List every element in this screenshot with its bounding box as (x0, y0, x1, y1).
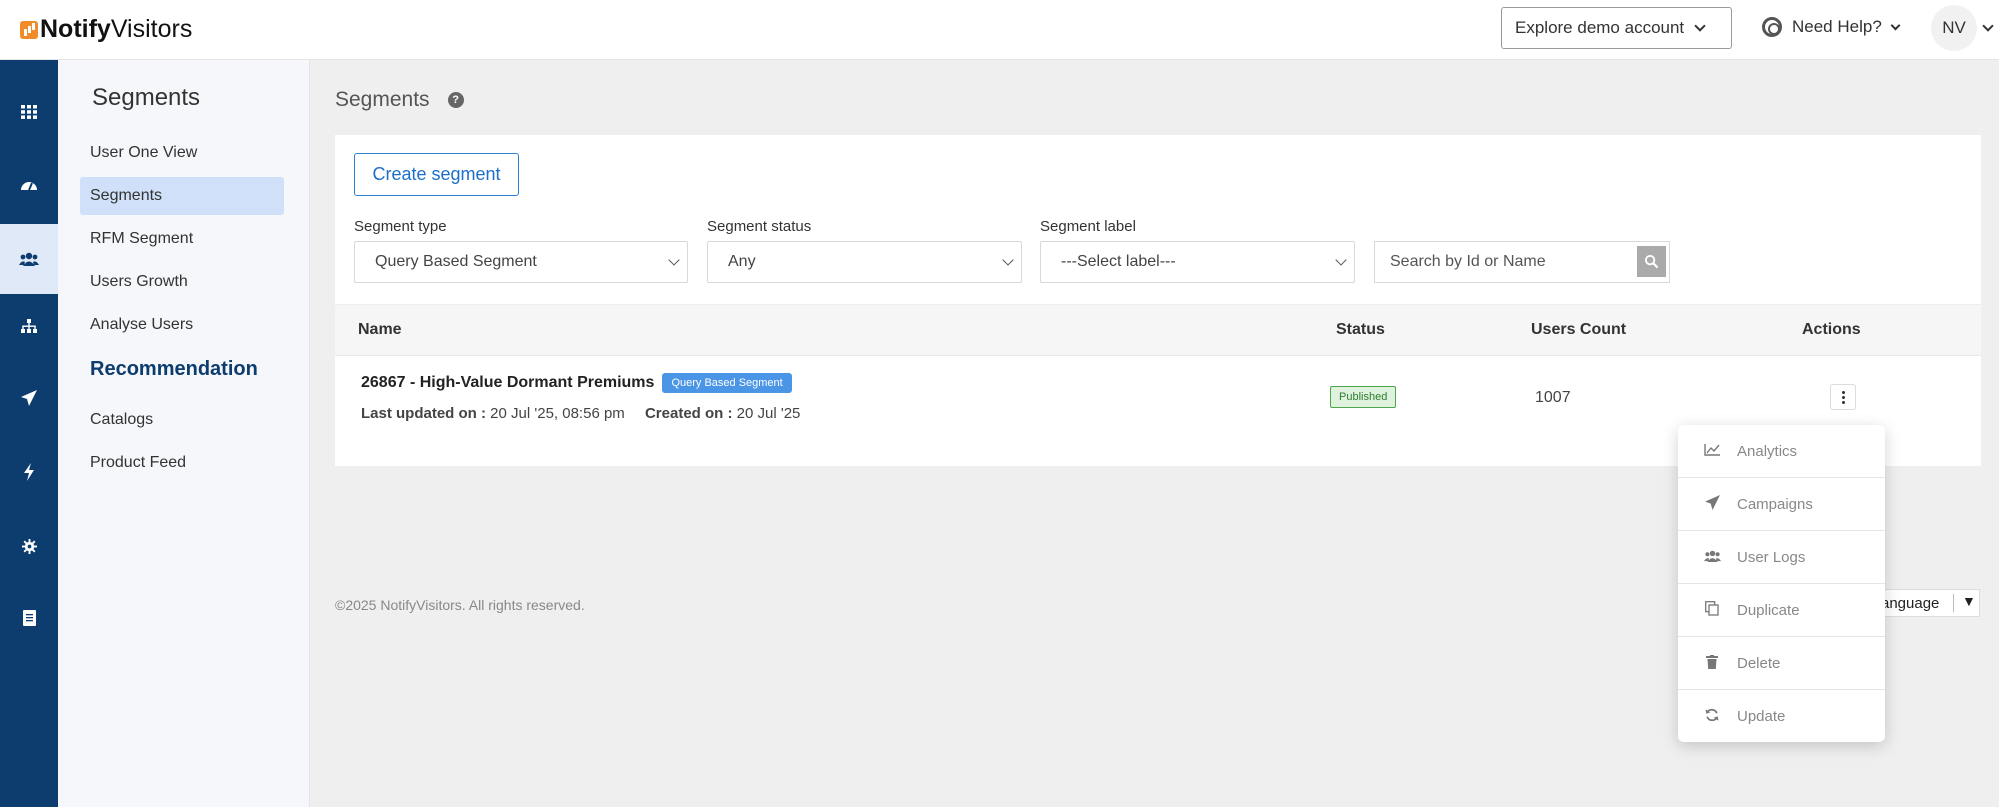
created-label: Created on : (644, 405, 733, 422)
menu-item-campaigns[interactable]: Campaigns (1678, 478, 1885, 531)
column-header-name: Name (358, 321, 402, 338)
footer-copyright: ©2025 NotifyVisitors. All rights reserve… (335, 597, 585, 613)
bolt-icon[interactable] (0, 440, 58, 504)
need-help-menu[interactable]: Need Help? (1762, 17, 1901, 37)
chevron-down-icon (1335, 254, 1347, 266)
menu-item-label: Duplicate (1737, 601, 1800, 619)
segments-sidebar: Segments User One View Segments RFM Segm… (58, 60, 310, 807)
updated-value: 20 Jul '25, 08:56 pm (490, 405, 625, 422)
sidebar-item-users-growth[interactable]: Users Growth (80, 263, 284, 301)
chart-line-icon (1703, 443, 1721, 459)
segments-card: Create segment Segment type Query Based … (335, 135, 1981, 466)
segment-name-text: 26867 - High-Value Dormant Premiums (361, 374, 655, 391)
sidebar-item-product-feed[interactable]: Product Feed (80, 444, 284, 482)
sidebar-item-analyse-users[interactable]: Analyse Users (80, 306, 284, 344)
more-vertical-icon (1841, 395, 1845, 399)
search-icon (1644, 254, 1659, 269)
segment-type-label: Segment type (354, 218, 447, 235)
gear-icon[interactable] (0, 514, 58, 578)
created-value: 20 Jul '25 (736, 405, 801, 422)
column-header-actions: Actions (1802, 321, 1861, 338)
users-icon (1703, 549, 1721, 565)
chevron-down-icon[interactable] (1982, 20, 1994, 32)
menu-item-label: Campaigns (1737, 495, 1813, 513)
menu-item-label: Delete (1737, 654, 1781, 672)
chevron-down-icon (668, 254, 680, 266)
divider (1953, 594, 1954, 612)
segment-type-value: Query Based Segment (375, 253, 537, 270)
menu-item-update[interactable]: Update (1678, 690, 1885, 743)
sidebar-title: Segments (92, 84, 201, 111)
logo-text-light: Visitors (110, 15, 193, 43)
send-icon[interactable] (0, 366, 58, 430)
sidebar-item-segments[interactable]: Segments (80, 177, 284, 215)
menu-item-delete[interactable]: Delete (1678, 637, 1885, 690)
sidebar-item-rfm-segment[interactable]: RFM Segment (80, 220, 284, 258)
sidebar-item-user-one-view[interactable]: User One View (80, 134, 284, 172)
segment-label-value: ---Select label--- (1061, 253, 1176, 270)
segment-type-select[interactable]: Query Based Segment (354, 241, 688, 283)
dashboard-icon[interactable] (0, 152, 58, 216)
actions-menu-button[interactable] (1830, 384, 1856, 410)
create-segment-button[interactable]: Create segment (354, 153, 519, 196)
chevron-down-icon (1694, 20, 1706, 32)
segment-label-select[interactable]: ---Select label--- (1040, 241, 1355, 283)
icon-rail (0, 60, 58, 807)
segment-name[interactable]: 26867 - High-Value Dormant Premiums Quer… (361, 373, 792, 393)
logo[interactable]: Notify Visitors (20, 15, 192, 44)
paper-plane-icon (1703, 495, 1721, 513)
chevron-down-icon (1890, 20, 1901, 30)
logo-text-bold: Notify (40, 15, 111, 43)
menu-item-label: User Logs (1737, 548, 1806, 566)
refresh-icon (1703, 708, 1721, 725)
help-circle-icon[interactable]: ? (447, 92, 464, 108)
page-title-text: Segments (335, 88, 430, 111)
updated-label: Last updated on : (361, 405, 486, 422)
sidebar-item-catalogs[interactable]: Catalogs (80, 401, 284, 439)
top-bar: Notify Visitors Explore demo account Need… (0, 0, 1999, 60)
column-header-status: Status (1336, 321, 1385, 338)
lifebuoy-icon (1762, 17, 1782, 37)
explore-demo-button[interactable]: Explore demo account (1501, 7, 1732, 49)
page-title: Segments ? (335, 88, 464, 112)
chevron-down-icon (1002, 254, 1014, 266)
grid-icon[interactable] (0, 80, 58, 144)
avatar[interactable]: NV (1931, 5, 1977, 51)
copy-icon (1703, 601, 1721, 619)
actions-dropdown: Analytics Campaigns User Logs Duplicate … (1678, 425, 1885, 742)
search-box (1374, 241, 1670, 283)
search-button[interactable] (1637, 246, 1666, 277)
logo-icon (20, 20, 38, 39)
menu-item-label: Analytics (1737, 442, 1798, 460)
recommendation-heading: Recommendation (90, 358, 258, 380)
trash-icon (1703, 654, 1721, 672)
need-help-label: Need Help? (1792, 17, 1882, 36)
language-label: anguage (1881, 594, 1940, 612)
users-count: 1007 (1535, 389, 1571, 406)
menu-item-analytics[interactable]: Analytics (1678, 425, 1885, 478)
status-badge: Published (1330, 386, 1397, 408)
users-icon[interactable] (0, 224, 58, 294)
document-icon[interactable] (0, 586, 58, 650)
segment-dates: Last updated on : 20 Jul '25, 08:56 pm C… (361, 405, 800, 422)
search-input[interactable] (1375, 242, 1630, 282)
segment-status-value: Any (728, 253, 756, 270)
segment-status-label: Segment status (707, 218, 812, 235)
column-header-users-count: Users Count (1531, 321, 1627, 338)
segment-label-label: Segment label (1040, 218, 1136, 235)
sitemap-icon[interactable] (0, 294, 58, 358)
menu-item-user-logs[interactable]: User Logs (1678, 531, 1885, 584)
menu-item-duplicate[interactable]: Duplicate (1678, 584, 1885, 637)
segment-status-select[interactable]: Any (707, 241, 1022, 283)
segment-type-badge: Query Based Segment (662, 373, 792, 393)
explore-demo-label: Explore demo account (1515, 18, 1685, 37)
caret-down-icon: ▼ (1962, 593, 1976, 609)
menu-item-label: Update (1737, 708, 1786, 725)
table-header: Name Status Users Count Actions (335, 304, 1981, 356)
